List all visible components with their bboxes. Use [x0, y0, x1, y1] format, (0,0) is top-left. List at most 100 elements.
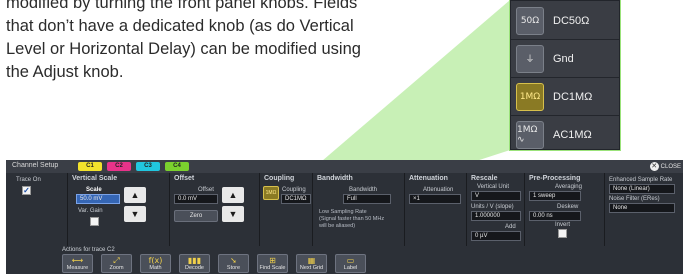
ground-icon: ⏚ [516, 44, 544, 73]
measure-button[interactable]: ⟷ Measure [62, 254, 93, 273]
close-button[interactable]: ✕ CLOSE [649, 162, 681, 171]
intro-line: the Adjust knob. [6, 63, 124, 81]
actions-title: Actions for trace C2 [62, 247, 115, 253]
action-label: Zoom [109, 265, 124, 271]
next-grid-icon: ▦ [307, 256, 316, 265]
rescale-header: Rescale [471, 175, 498, 182]
coupling-option-label: DC50Ω [553, 14, 590, 27]
units-per-volt-field[interactable]: 1.000000 [471, 211, 521, 221]
coupling-header: Coupling [264, 175, 295, 182]
noise-filter-field[interactable]: None [609, 203, 675, 213]
var-gain-checkbox[interactable] [90, 217, 99, 226]
zoom-button[interactable]: ⤢ Zoom [101, 254, 132, 273]
trace-on-checkbox[interactable]: ✓ [22, 186, 31, 195]
coupling-panel: Coupling 1MΩ Coupling DC1MΩ [260, 173, 313, 246]
dialog-titlebar: Channel Setup C1 C2 C3 C4 ✕ CLOSE [6, 160, 683, 173]
coupling-option-dc1m[interactable]: 1MΩ DC1MΩ [511, 78, 619, 115]
units-per-volt-label: Units / V (slope) [471, 204, 514, 210]
store-button[interactable]: ➘ Store [218, 254, 249, 273]
tab-c4[interactable]: C4 [165, 162, 189, 171]
intro-line: modified by turning the front panel knob… [6, 0, 358, 12]
deskew-field[interactable]: 0.00 ns [529, 211, 581, 221]
scale-up-button[interactable]: ▲ [124, 187, 146, 203]
action-label: Store [226, 265, 241, 271]
preprocessing-header: Pre-Processing [529, 175, 581, 182]
coupling-options-callout: 50Ω DC50Ω ⏚ Gnd 1MΩ DC1MΩ 1MΩ ∿ AC1MΩ [510, 0, 620, 150]
coupling-option-dc50[interactable]: 50Ω DC50Ω [511, 2, 619, 39]
find-scale-icon: ⊞ [269, 256, 276, 265]
coupling-field[interactable]: DC1MΩ [281, 194, 311, 204]
add-label: Add [505, 224, 516, 230]
action-label: Label [343, 265, 358, 271]
bandwidth-label: Bandwidth [349, 187, 378, 193]
close-label: CLOSE [660, 163, 681, 170]
math-icon: f(x) [148, 256, 163, 265]
offset-label: Offset [198, 187, 214, 193]
bandwidth-note: (Signal faster than 50 MHz [319, 216, 385, 222]
ac1m-icon: 1MΩ ∿ [516, 120, 544, 149]
tab-c2[interactable]: C2 [107, 162, 131, 171]
next-grid-button[interactable]: ▦ Next Grid [296, 254, 327, 273]
find-scale-button[interactable]: ⊞ Find Scale [257, 254, 288, 273]
offset-down-button[interactable]: ▼ [222, 206, 244, 222]
add-field[interactable]: 0 µV [471, 231, 521, 241]
decode-icon: ▮▮▮ [187, 256, 202, 265]
vertical-unit-label: Vertical Unit [477, 184, 510, 190]
scale-label: Scale [86, 187, 102, 193]
sample-rate-field[interactable]: None (Linear) [609, 184, 675, 194]
var-gain-label: Var. Gain [78, 208, 103, 214]
offset-panel: Offset Offset 0.0 mV ▲ Zero ▼ [170, 173, 260, 246]
zero-offset-button[interactable]: Zero [174, 210, 218, 222]
vertical-scale-header: Vertical Scale [72, 175, 118, 182]
action-label: Decode [185, 265, 204, 271]
label-button[interactable]: ▭ Label [335, 254, 366, 273]
channel-setup-dialog: Channel Setup C1 C2 C3 C4 ✕ CLOSE Trace … [6, 160, 683, 274]
decode-button[interactable]: ▮▮▮ Decode [179, 254, 210, 273]
coupling-icon: 1MΩ [263, 186, 279, 200]
tab-c3[interactable]: C3 [136, 162, 160, 171]
math-button[interactable]: f(x) Math [140, 254, 171, 273]
dialog-title: Channel Setup [12, 162, 59, 169]
action-label: Next Grid [299, 265, 324, 271]
coupling-option-label: Gnd [553, 52, 574, 65]
rescale-panel: Rescale Vertical Unit V Units / V (slope… [467, 173, 525, 246]
bandwidth-note: will be aliased) [319, 223, 356, 229]
attenuation-field[interactable]: ×1 [409, 194, 461, 204]
averaging-label: Averaging [555, 184, 582, 190]
store-icon: ➘ [230, 256, 237, 265]
intro-line: Level or Horizontal Delay) can be modifi… [6, 40, 361, 58]
offset-header: Offset [174, 175, 195, 182]
offset-field[interactable]: 0.0 mV [174, 194, 218, 204]
dc1m-icon: 1MΩ [516, 82, 544, 111]
coupling-option-ac1m[interactable]: 1MΩ ∿ AC1MΩ [511, 116, 619, 149]
attenuation-label: Attenuation [423, 187, 454, 193]
coupling-option-gnd[interactable]: ⏚ Gnd [511, 40, 619, 77]
scale-down-button[interactable]: ▼ [124, 206, 146, 222]
action-label: Math [149, 265, 162, 271]
deskew-label: Deskew [557, 204, 579, 210]
coupling-option-label: DC1MΩ [553, 90, 593, 103]
offset-up-button[interactable]: ▲ [222, 187, 244, 203]
attenuation-header: Attenuation [409, 175, 448, 182]
bandwidth-field[interactable]: Full [343, 194, 391, 204]
bandwidth-note: Low Sampling Rate [319, 209, 367, 215]
attenuation-panel: Attenuation Attenuation ×1 [405, 173, 467, 246]
intro-line: that don’t have a dedicated knob (as do … [6, 17, 354, 35]
invert-checkbox[interactable] [558, 229, 567, 238]
coupling-option-label: AC1MΩ [553, 128, 592, 141]
bandwidth-header: Bandwidth [317, 175, 353, 182]
intro-paragraph: modified by turning the front panel knob… [6, 0, 456, 84]
averaging-field[interactable]: 1 sweep [529, 191, 581, 201]
label-icon: ▭ [346, 256, 355, 265]
vertical-unit-field[interactable]: V [471, 191, 521, 201]
zoom-icon: ⤢ [113, 256, 120, 265]
preprocessing-panel: Pre-Processing Averaging 1 sweep Deskew … [525, 173, 605, 246]
action-label: Measure [66, 265, 89, 271]
dc50-icon: 50Ω [516, 6, 544, 35]
scale-field[interactable]: 50.0 mV [76, 194, 120, 204]
coupling-label: Coupling [282, 187, 306, 193]
tab-c1[interactable]: C1 [78, 162, 102, 171]
invert-label: Invert [555, 222, 571, 228]
noise-filter-label: Noise Filter (ERes) [609, 196, 660, 202]
trace-on-label: Trace On [16, 177, 41, 183]
